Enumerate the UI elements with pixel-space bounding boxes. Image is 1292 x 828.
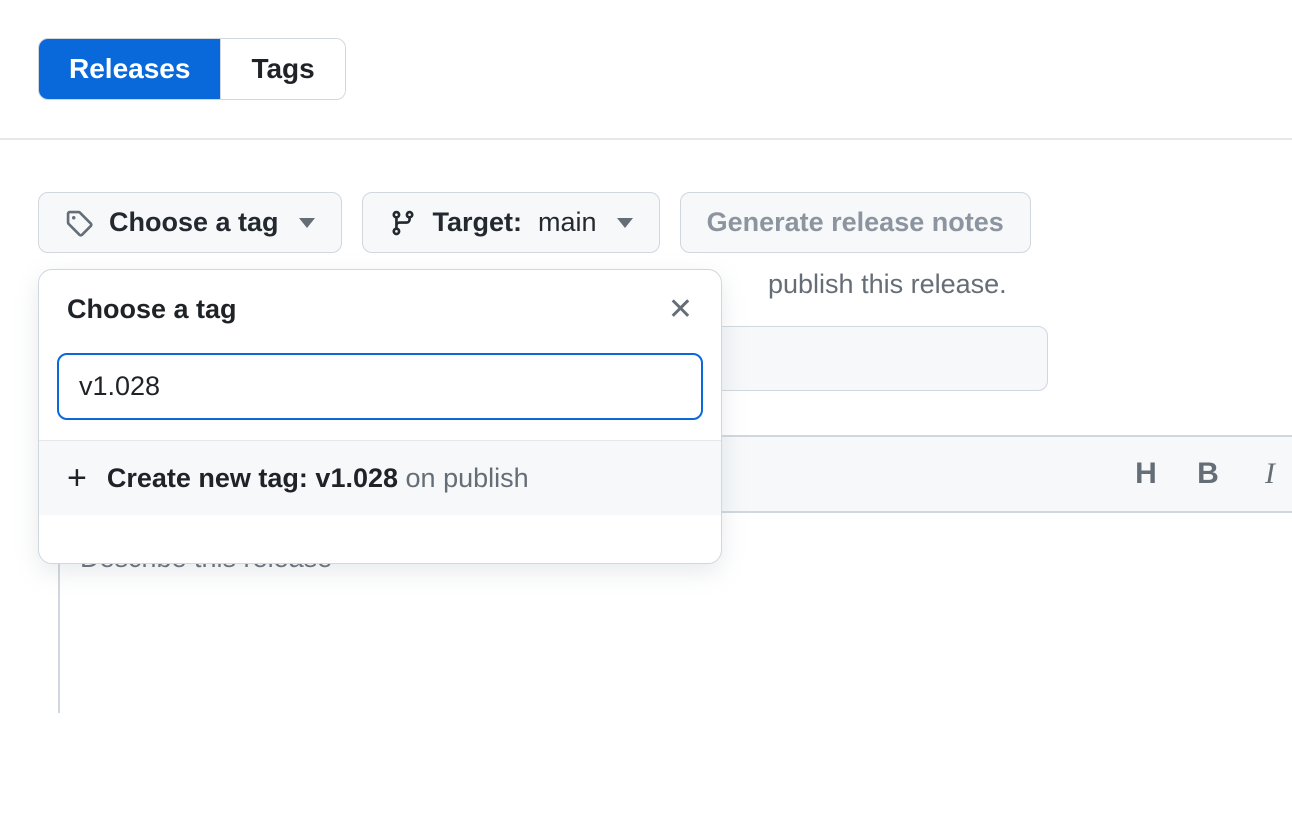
choose-tag-label: Choose a tag xyxy=(109,207,279,238)
target-label: Target: xyxy=(433,207,523,238)
popover-title: Choose a tag xyxy=(67,294,237,325)
bold-icon[interactable]: B xyxy=(1192,457,1224,491)
chevron-down-icon xyxy=(617,218,633,228)
generate-notes-button[interactable]: Generate release notes xyxy=(680,192,1031,253)
create-new-tag-item[interactable]: + Create new tag: v1.028 on publish xyxy=(39,440,721,515)
target-branch-button[interactable]: Target: main xyxy=(362,192,660,253)
popover-footer xyxy=(39,515,721,563)
divider xyxy=(0,138,1292,140)
choose-tag-popover: Choose a tag ✕ + Create new tag: v1.028 … xyxy=(38,269,722,564)
controls-row: Choose a tag Target: main Generate relea… xyxy=(38,192,1254,253)
target-branch-value: main xyxy=(538,207,597,238)
popover-header: Choose a tag ✕ xyxy=(39,270,721,343)
chevron-down-icon xyxy=(299,218,315,228)
italic-icon[interactable]: I xyxy=(1254,457,1286,491)
tab-releases[interactable]: Releases xyxy=(39,39,220,99)
choose-tag-button[interactable]: Choose a tag xyxy=(38,192,342,253)
generate-notes-label: Generate release notes xyxy=(707,207,1004,238)
tag-search-input[interactable] xyxy=(57,353,703,420)
tabs-row: Releases Tags xyxy=(38,38,346,100)
close-icon[interactable]: ✕ xyxy=(668,295,693,325)
plus-icon: + xyxy=(67,461,87,495)
git-branch-icon xyxy=(389,209,417,237)
create-tag-text: Create new tag: v1.028 on publish xyxy=(107,463,529,494)
heading-icon[interactable]: H xyxy=(1130,457,1162,491)
tab-tags[interactable]: Tags xyxy=(220,39,344,99)
tag-icon xyxy=(65,209,93,237)
